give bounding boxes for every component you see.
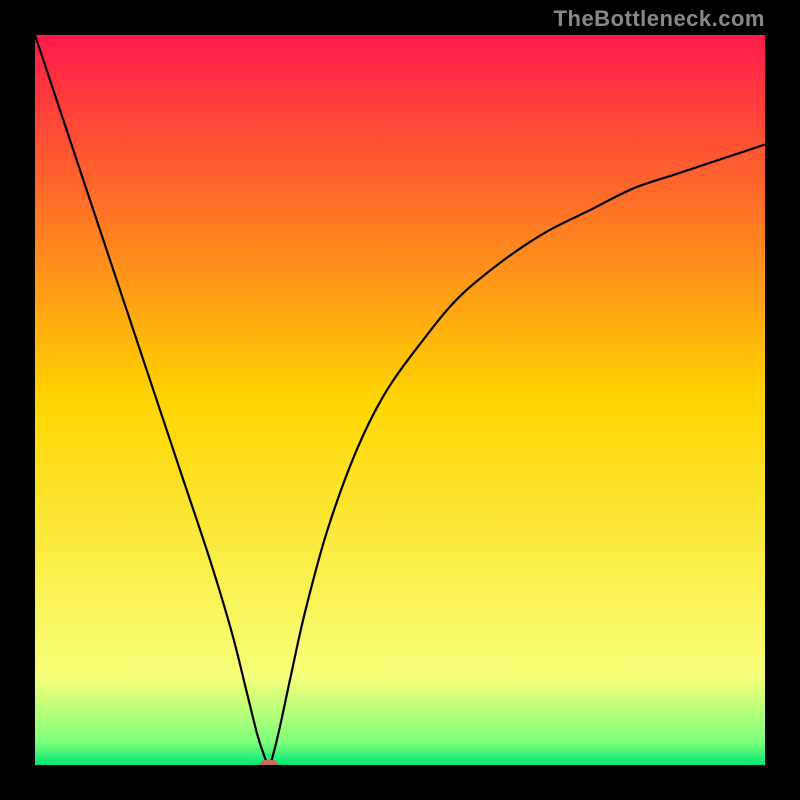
- watermark-text: TheBottleneck.com: [554, 6, 765, 32]
- gradient-background: [35, 35, 765, 765]
- chart-svg: [35, 35, 765, 765]
- optimal-point-marker: [260, 760, 278, 765]
- chart-frame: TheBottleneck.com: [0, 0, 800, 800]
- plot-area: [35, 35, 765, 765]
